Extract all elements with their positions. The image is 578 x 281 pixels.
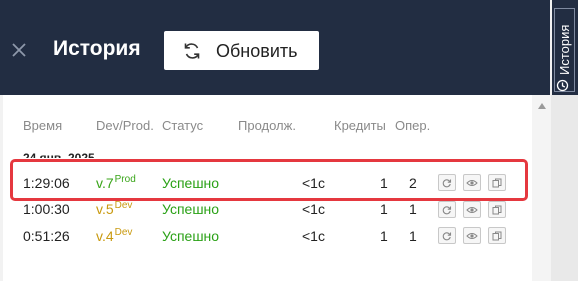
refresh-icon — [442, 231, 452, 241]
refresh-icon — [182, 41, 202, 61]
column-header-credits: Кредиты — [334, 118, 386, 133]
eye-icon — [466, 231, 478, 241]
refresh-button-label: Обновить — [216, 41, 298, 61]
eye-button[interactable] — [463, 227, 481, 244]
row-ops: 1 — [409, 228, 417, 244]
version-number: v.4 — [96, 228, 114, 244]
scrollbar[interactable] — [532, 95, 551, 281]
row-duration: <1c — [302, 201, 325, 217]
row-version: v.5Dev — [96, 200, 132, 221]
refresh-button[interactable] — [438, 201, 456, 218]
column-header-time: Время — [23, 118, 63, 133]
refresh-icon — [442, 205, 452, 215]
row-version: v.4Dev — [96, 227, 132, 248]
row-duration: <1c — [302, 228, 325, 244]
row-time: 0:51:26 — [23, 228, 70, 244]
row-credits: 1 — [380, 201, 388, 217]
copy-icon — [492, 231, 502, 241]
refresh-button[interactable]: Обновить — [164, 31, 319, 70]
row-status: Успешно — [162, 228, 220, 244]
close-icon[interactable] — [10, 38, 28, 62]
right-strip — [551, 95, 578, 281]
column-header-duration: Продолж. — [238, 118, 296, 133]
eye-icon — [466, 205, 478, 215]
column-header-ops: Опер. — [395, 118, 431, 133]
eye-button[interactable] — [463, 201, 481, 218]
column-header-status: Статус — [162, 118, 204, 133]
copy-icon — [492, 205, 502, 215]
env-badge: Dev — [114, 227, 133, 238]
history-header: История Обновить — [0, 0, 550, 95]
column-header-env: Dev/Prod. — [96, 118, 154, 133]
row-credits: 1 — [380, 228, 388, 244]
env-badge: Dev — [114, 200, 133, 211]
history-side-tab-label: История — [557, 24, 572, 75]
row-time: 1:00:30 — [23, 201, 70, 217]
copy-button[interactable] — [488, 201, 506, 218]
row-status: Успешно — [162, 201, 220, 217]
copy-button[interactable] — [488, 227, 506, 244]
row-ops: 1 — [409, 201, 417, 217]
page-title: История — [53, 37, 141, 60]
history-side-tab-label-wrap: История — [556, 8, 574, 92]
refresh-button[interactable] — [438, 227, 456, 244]
selected-row-highlight — [10, 159, 528, 201]
scroll-up-icon[interactable] — [538, 103, 546, 109]
version-number: v.5 — [96, 201, 114, 217]
history-icon — [556, 79, 574, 92]
